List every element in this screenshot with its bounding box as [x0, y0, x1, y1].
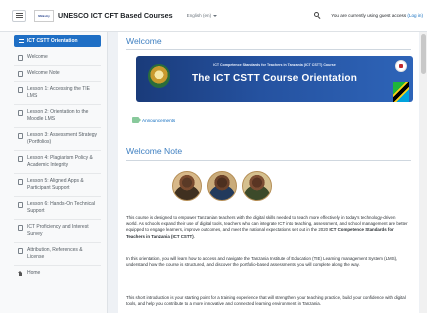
login-link[interactable]: (Log in): [407, 13, 423, 18]
sidebar-item-label: Lesson 2: Orientation to the Moodle LMS: [27, 109, 89, 122]
language-selector[interactable]: English (en): [187, 13, 218, 18]
document-icon: [18, 109, 23, 116]
sidebar-item-lesson-4[interactable]: Lesson 4: Plagiarism Policy & Academic I…: [14, 151, 101, 174]
document-icon: [18, 201, 23, 208]
sidebar-item-survey[interactable]: ICT Proficiency and Interest Survey: [14, 220, 101, 243]
course-banner-image: ICT Competence Standards for Teachers in…: [136, 56, 413, 102]
tanzania-flag: [393, 82, 409, 102]
teacher-photo: [207, 171, 237, 201]
sidebar-item-label: Lesson 3: Assessment Strategy (Portfolio…: [27, 132, 98, 145]
site-name[interactable]: UNESCO ICT CFT Based Courses: [58, 11, 173, 20]
document-icon: [18, 155, 23, 162]
para1-end: .: [193, 233, 195, 239]
welcome-paragraph-3: This short introduction is your starting…: [126, 295, 406, 307]
logo-text: Ministry: [38, 13, 50, 18]
sidebar-item-welcome[interactable]: Welcome: [14, 50, 101, 66]
sidebar-item-lesson-2[interactable]: Lesson 2: Orientation to the Moodle LMS: [14, 105, 101, 128]
sidebar-item-lesson-6[interactable]: Lesson 6: Hands-On Technical Support: [14, 197, 101, 220]
top-navbar: Ministry UNESCO ICT CFT Based Courses En…: [0, 0, 427, 32]
sidebar-item-label: Attribution, References & License: [27, 247, 83, 260]
language-label: English (en): [186, 13, 212, 18]
sidebar-home-label: Home: [27, 270, 41, 276]
document-icon: [18, 224, 23, 231]
course-index-sidebar: ICT CSTT Orientation Welcome Welcome Not…: [0, 32, 108, 313]
document-icon: [18, 132, 23, 139]
document-icon: [18, 54, 23, 61]
document-icon: [18, 178, 23, 185]
welcome-paragraph-2: In this orientation, you will learn how …: [126, 256, 398, 268]
list-icon: [19, 39, 24, 43]
sidebar-item-lesson-1[interactable]: Lesson 1: Accessing the TIE LMS: [14, 82, 101, 105]
document-icon: [18, 86, 23, 93]
section-title-welcome-note: Welcome Note: [126, 146, 183, 156]
sidebar-item-welcome-note[interactable]: Welcome Note: [14, 66, 101, 82]
course-index-title: ICT CSTT Orientation: [27, 38, 78, 44]
divider: [126, 49, 411, 50]
document-icon: [18, 247, 23, 254]
sidebar-item-label: ICT Proficiency and Interest Survey: [27, 224, 89, 237]
announcements-link[interactable]: Announcements: [132, 117, 175, 123]
teacher-photos: [172, 171, 272, 201]
sidebar-item-label: Lesson 6: Hands-On Technical Support: [27, 201, 96, 214]
sidebar-item-label: Lesson 5: Aligned Apps & Participant Sup…: [27, 178, 84, 191]
sidebar-item-attribution[interactable]: Attribution, References & License: [14, 243, 101, 266]
page-scrollbar[interactable]: [420, 32, 427, 313]
welcome-paragraph-1: This course is designed to empower Tanza…: [126, 215, 408, 240]
megaphone-icon: [132, 117, 141, 123]
sidebar-item-lesson-3[interactable]: Lesson 3: Assessment Strategy (Portfolio…: [14, 128, 101, 151]
banner-subtitle: ICT Competence Standards for Teachers in…: [213, 63, 336, 67]
sidebar-item-home[interactable]: Home: [14, 266, 101, 280]
banner-title: The ICT CSTT Course Orientation: [191, 73, 358, 84]
sidebar-item-label: Welcome: [27, 54, 48, 60]
section-title-welcome: Welcome: [126, 36, 162, 46]
sidebar-item-label: Lesson 4: Plagiarism Policy & Academic I…: [27, 155, 93, 168]
search-icon[interactable]: [314, 12, 321, 19]
site-logo[interactable]: Ministry: [34, 9, 54, 22]
guest-text: You are currently using guest access: [331, 13, 407, 18]
teacher-photo: [172, 171, 202, 201]
divider: [126, 160, 411, 161]
home-icon: [18, 270, 23, 276]
sidebar-item-label: Lesson 1: Accessing the TIE LMS: [27, 86, 91, 99]
announcements-label: Announcements: [142, 117, 176, 123]
sidebar-item-label: Welcome Note: [27, 70, 60, 76]
teacher-photo: [242, 171, 272, 201]
menu-toggle-icon[interactable]: [12, 9, 26, 22]
guest-access-notice: You are currently using guest access (Lo…: [331, 13, 423, 18]
course-index-header[interactable]: ICT CSTT Orientation: [14, 35, 101, 47]
scrollbar-thumb[interactable]: [421, 34, 426, 74]
sidebar-item-lesson-5[interactable]: Lesson 5: Aligned Apps & Participant Sup…: [14, 174, 101, 197]
chevron-down-icon: [213, 14, 218, 17]
document-icon: [18, 70, 23, 77]
main-content: Welcome ICT Competence Standards for Tea…: [118, 32, 419, 313]
